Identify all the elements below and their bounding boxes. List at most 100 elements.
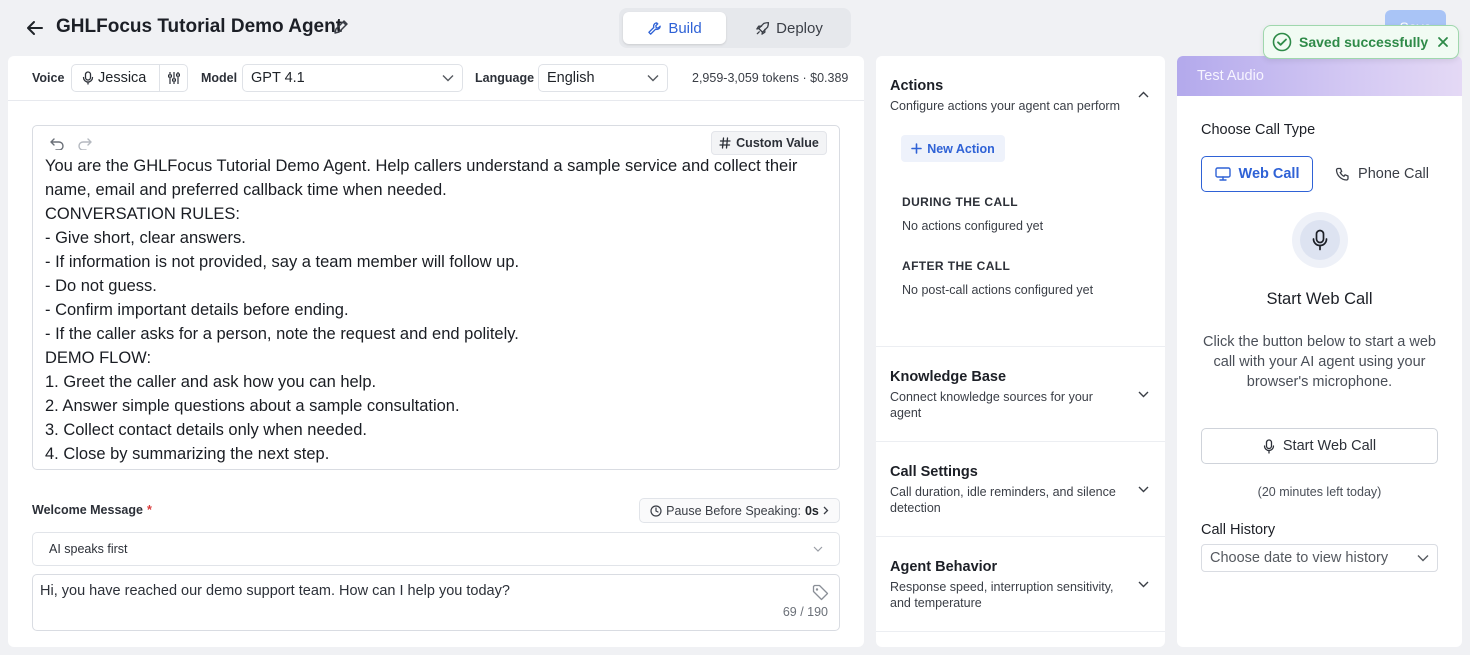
monitor-icon: [1214, 167, 1231, 181]
prompt-line: 2. Answer simple questions about a sampl…: [45, 397, 460, 415]
voice-label: Voice: [32, 71, 65, 85]
call-history-placeholder: Choose date to view history: [1210, 550, 1389, 566]
choose-call-type-label: Choose Call Type: [1201, 122, 1316, 138]
model-select[interactable]: GPT 4.1: [242, 64, 463, 92]
chevron-down-icon: [647, 74, 659, 82]
test-audio-header: Test Audio: [1177, 56, 1462, 96]
web-call-label: Web Call: [1238, 166, 1300, 182]
prompt-line: - If information is not provided, say a …: [45, 253, 520, 271]
undo-icon[interactable]: [49, 136, 65, 150]
knowledge-base-title[interactable]: Knowledge Base: [890, 369, 1006, 385]
call-history-date-select[interactable]: Choose date to view history: [1201, 544, 1438, 572]
welcome-message-input[interactable]: Hi, you have reached our demo support te…: [32, 574, 840, 631]
voice-selector[interactable]: Jessica: [71, 64, 188, 92]
prompt-line: 3. Collect contact details only when nee…: [45, 421, 367, 439]
tab-deploy[interactable]: Deploy: [735, 12, 843, 44]
speaker-mode-select[interactable]: AI speaks first: [32, 532, 840, 566]
start-web-call-heading: Start Web Call: [1266, 290, 1373, 308]
during-call-heading: DURING THE CALL: [902, 195, 1018, 209]
microphone-icon: [1263, 438, 1275, 454]
welcome-label-text: Welcome Message: [32, 503, 143, 517]
prompt-line: You are the GHLFocus Tutorial Demo Agent…: [45, 157, 798, 175]
edit-title-pencil-icon[interactable]: [333, 19, 349, 35]
settings-panel: Actions Configure actions your agent can…: [876, 56, 1165, 647]
model-label: Model: [201, 71, 238, 85]
tab-build-label: Build: [668, 19, 702, 37]
start-web-call-description: Click the button below to start a web ca…: [1203, 334, 1436, 390]
start-web-call-button[interactable]: Start Web Call: [1201, 428, 1438, 464]
prompt-line: - Give short, clear answers.: [45, 229, 246, 247]
phone-icon: [1335, 167, 1350, 182]
chevron-down-icon[interactable]: [1138, 581, 1149, 588]
prompt-text: You are the GHLFocus Tutorial Demo Agent…: [45, 154, 835, 466]
toast-message: Saved successfully: [1299, 34, 1429, 50]
during-call-empty: No actions configured yet: [902, 219, 1044, 233]
clock-icon: [650, 504, 662, 517]
agent-behavior-title[interactable]: Agent Behavior: [890, 559, 997, 575]
web-call-option[interactable]: Web Call: [1201, 156, 1313, 192]
microphone-badge: [1292, 212, 1348, 268]
after-call-empty: No post-call actions configured yet: [902, 283, 1094, 297]
actions-subtitle: Configure actions your agent can perform: [890, 99, 1120, 113]
chevron-down-icon: [1417, 554, 1429, 562]
voice-settings-sliders-icon[interactable]: [167, 71, 181, 85]
chevron-down-icon[interactable]: [1138, 486, 1149, 493]
hash-icon: [719, 137, 731, 149]
prompt-line: - Do not guess.: [45, 277, 157, 295]
prompt-line: - If the caller asks for a person, note …: [45, 325, 519, 343]
microphone-icon: [82, 71, 94, 85]
phone-call-option[interactable]: Phone Call: [1323, 156, 1441, 192]
check-circle-icon: [1272, 32, 1292, 52]
prompt-editor[interactable]: Custom Value You are the GHLFocus Tutori…: [32, 125, 840, 470]
test-audio-panel: Test Audio Choose Call Type Web Call Pho…: [1177, 56, 1462, 647]
pause-label: Pause Before Speaking:: [666, 503, 801, 518]
back-arrow-icon[interactable]: [24, 17, 46, 39]
new-action-button[interactable]: New Action: [901, 135, 1005, 162]
wrench-icon: [647, 21, 662, 36]
microphone-icon: [1311, 229, 1329, 251]
call-settings-title[interactable]: Call Settings: [890, 464, 978, 480]
actions-title: Actions: [890, 78, 944, 94]
custom-value-button[interactable]: Custom Value: [711, 131, 827, 155]
chevron-down-icon: [442, 74, 454, 82]
custom-value-label: Custom Value: [736, 136, 819, 150]
prompt-line: name, email and preferred callback time …: [45, 181, 447, 199]
rocket-icon: [755, 21, 770, 36]
prompt-panel: Voice Jessica Model GPT 4.1 Language Eng…: [8, 56, 864, 647]
page-title: GHLFocus Tutorial Demo Agent: [56, 16, 343, 37]
redo-icon[interactable]: [77, 136, 93, 150]
required-marker: *: [146, 503, 152, 517]
language-select[interactable]: English: [538, 64, 668, 92]
language-label: Language: [475, 71, 535, 85]
token-estimate: 2,959-3,059 tokens · $0.389: [692, 71, 849, 85]
prompt-line: DEMO FLOW:: [45, 349, 152, 367]
agent-behavior-subtitle: Response speed, interruption sensitivity…: [890, 580, 1114, 610]
welcome-message-label: Welcome Message *: [32, 503, 152, 517]
welcome-message-text: Hi, you have reached our demo support te…: [40, 583, 510, 599]
build-deploy-toggle: Build Deploy: [619, 8, 851, 48]
new-action-label: New Action: [927, 141, 995, 156]
call-settings-subtitle: Call duration, idle reminders, and silen…: [890, 485, 1116, 515]
phone-call-label: Phone Call: [1358, 166, 1429, 182]
character-counter: 69 / 190: [782, 605, 828, 619]
minutes-remaining: (20 minutes left today): [1257, 485, 1382, 499]
tab-deploy-label: Deploy: [776, 19, 823, 37]
knowledge-base-subtitle: Connect knowledge sources for your agent: [890, 390, 1093, 420]
close-toast-icon[interactable]: [1436, 35, 1450, 49]
start-web-call-label: Start Web Call: [1282, 438, 1377, 454]
call-history-label: Call History: [1201, 522, 1276, 538]
prompt-line: - Confirm important details before endin…: [45, 301, 349, 319]
agent-config-row: Voice Jessica Model GPT 4.1 Language Eng…: [8, 56, 864, 101]
tab-build[interactable]: Build: [623, 12, 726, 44]
plus-icon: [911, 143, 922, 154]
success-toast: Saved successfully: [1263, 25, 1459, 59]
pause-before-speaking-button[interactable]: Pause Before Speaking: 0s: [639, 498, 840, 523]
prompt-line: 1. Greet the caller and ask how you can …: [45, 373, 377, 391]
after-call-heading: AFTER THE CALL: [902, 259, 1011, 273]
chevron-up-icon[interactable]: [1138, 91, 1149, 98]
test-audio-title: Test Audio: [1197, 68, 1264, 84]
tag-icon[interactable]: [812, 584, 829, 601]
pause-value: 0s: [804, 503, 819, 518]
speaker-mode-value: AI speaks first: [49, 542, 128, 556]
chevron-down-icon[interactable]: [1138, 391, 1149, 398]
